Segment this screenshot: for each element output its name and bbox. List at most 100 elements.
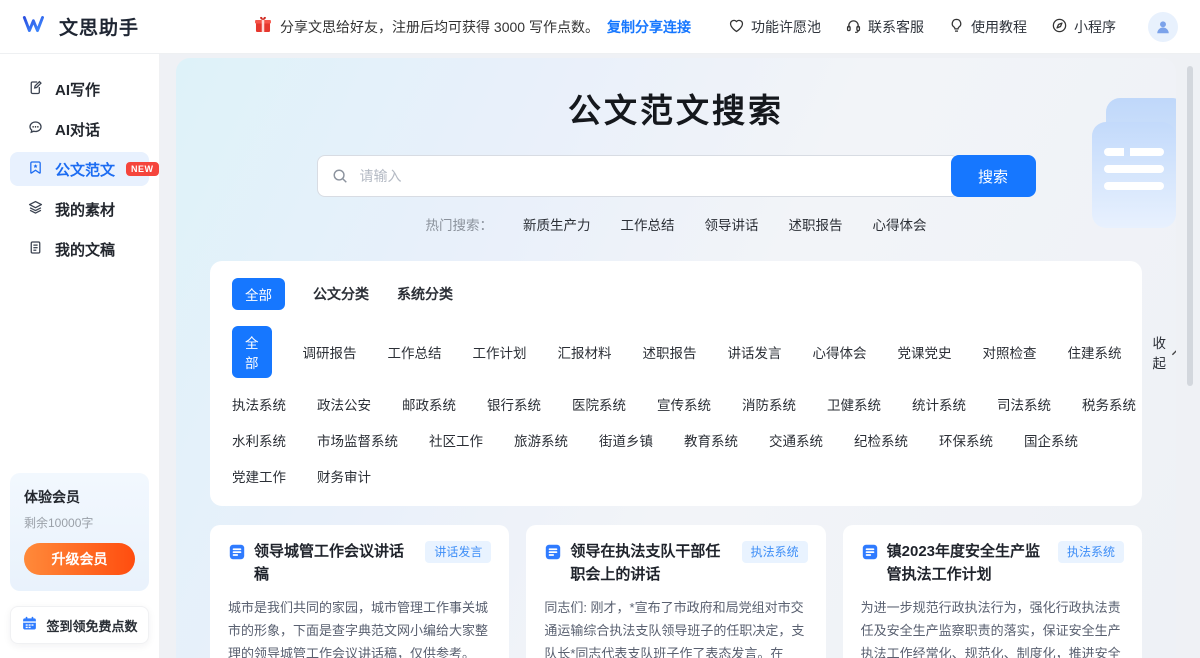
hot-search-item[interactable]: 新质生产力: [523, 214, 591, 234]
filter-type-system[interactable]: 系统分类: [397, 284, 453, 304]
nav-wish-pool[interactable]: 功能许愿池: [728, 17, 821, 37]
chevron-up-icon: [1171, 345, 1176, 360]
filter-tag[interactable]: 党建工作: [232, 466, 286, 486]
sidebar-item-ai-writing[interactable]: AI写作: [10, 72, 149, 106]
promo-text: 分享文思给好友，注册后均可获得 3000 写作点数。: [280, 17, 599, 37]
filter-tag[interactable]: 执法系统: [232, 394, 286, 414]
filter-tag[interactable]: 环保系统: [939, 430, 993, 450]
filter-tag[interactable]: 对照检查: [983, 342, 1037, 362]
filter-tag[interactable]: 街道乡镇: [599, 430, 653, 450]
filter-tag[interactable]: 政法公安: [317, 394, 371, 414]
sidebar: AI写作 AI对话 公文范文 NEW: [0, 54, 160, 658]
filter-tag[interactable]: 讲话发言: [728, 342, 782, 362]
document-icon: [544, 543, 562, 587]
result-card[interactable]: 领导在执法支队干部任职会上的讲话 执法系统 同志们: 刚才，*宣布了市政府和局党…: [526, 525, 825, 658]
filter-tag[interactable]: 工作总结: [388, 342, 442, 362]
upgrade-member-button[interactable]: 升级会员: [24, 543, 135, 575]
headset-icon: [845, 17, 862, 37]
filter-tag[interactable]: 市场监督系统: [317, 430, 398, 450]
filter-tag[interactable]: 教育系统: [684, 430, 738, 450]
filter-tag[interactable]: 党课党史: [898, 342, 952, 362]
filter-tag[interactable]: 纪检系统: [854, 430, 908, 450]
filter-tag[interactable]: 工作计划: [473, 342, 527, 362]
filter-type-document[interactable]: 公文分类: [313, 284, 369, 304]
hot-search-item[interactable]: 心得体会: [873, 214, 927, 234]
filter-tag[interactable]: 汇报材料: [558, 342, 612, 362]
new-badge: NEW: [126, 162, 159, 176]
filter-tag[interactable]: 述职报告: [643, 342, 697, 362]
filter-tag[interactable]: 宣传系统: [657, 394, 711, 414]
sidebar-item-document-samples[interactable]: 公文范文 NEW: [10, 152, 149, 186]
filter-tag[interactable]: 银行系统: [487, 394, 541, 414]
sidebar-item-ai-chat[interactable]: AI对话: [10, 112, 149, 146]
content-panel: 公文范文搜索 搜索 热门搜索： 新质生产力 工作总结 领导讲话 述职报告: [176, 58, 1176, 658]
filter-tag[interactable]: 消防系统: [742, 394, 796, 414]
filter-tag[interactable]: 调研报告: [303, 342, 357, 362]
filter-tag[interactable]: 卫健系统: [827, 394, 881, 414]
gift-icon: [254, 16, 272, 37]
nav-label: 使用教程: [971, 17, 1027, 37]
filter-type-all[interactable]: 全部: [232, 278, 285, 310]
heart-icon: [728, 17, 745, 37]
search-button[interactable]: 搜索: [951, 155, 1036, 197]
filter-tag[interactable]: 交通系统: [769, 430, 823, 450]
top-bar: 文思助手 分享文思给好友，注册后均可获得 3000 写作点数。 复制分享连接 功…: [0, 0, 1200, 54]
filter-tag[interactable]: 旅游系统: [514, 430, 568, 450]
search-hero: 公文范文搜索 搜索 热门搜索： 新质生产力 工作总结 领导讲话 述职报告: [176, 58, 1176, 236]
filter-tag[interactable]: 心得体会: [813, 342, 867, 362]
filter-tag-row: 党建工作 财务审计: [232, 466, 1120, 486]
hot-search-item[interactable]: 述职报告: [789, 214, 843, 234]
hot-search-item[interactable]: 领导讲话: [705, 214, 759, 234]
sidebar-item-label: 我的文稿: [55, 239, 115, 260]
nav-contact-support[interactable]: 联系客服: [845, 17, 924, 37]
filter-tag[interactable]: 邮政系统: [402, 394, 456, 414]
layers-icon: [27, 199, 44, 220]
draft-icon: [27, 239, 44, 260]
result-card[interactable]: 镇2023年度安全生产监管执法工作计划 执法系统 为进一步规范行政执法行为，强化…: [843, 525, 1142, 658]
filter-tag-all[interactable]: 全部: [232, 326, 272, 378]
hot-search-item[interactable]: 工作总结: [621, 214, 675, 234]
collapse-toggle[interactable]: 收起: [1153, 332, 1177, 372]
filter-tag[interactable]: 住建系统: [1068, 342, 1122, 362]
vertical-scrollbar[interactable]: [1187, 66, 1193, 386]
user-avatar[interactable]: [1148, 12, 1178, 42]
filter-tag[interactable]: 财务审计: [317, 466, 371, 486]
filter-tag[interactable]: 社区工作: [429, 430, 483, 450]
search-input[interactable]: [317, 155, 959, 197]
nav-mini-program[interactable]: 小程序: [1051, 17, 1116, 37]
compass-icon: [1051, 17, 1068, 37]
bulb-icon: [948, 17, 965, 37]
card-category-tag: 执法系统: [742, 541, 808, 563]
nav-label: 联系客服: [868, 17, 924, 37]
search-bar: 搜索: [317, 155, 1036, 197]
copy-share-link[interactable]: 复制分享连接: [607, 17, 691, 37]
sidebar-item-label: AI对话: [55, 119, 100, 140]
filter-tag[interactable]: 国企系统: [1024, 430, 1078, 450]
filter-tag[interactable]: 医院系统: [572, 394, 626, 414]
daily-signin-label: 签到领免费点数: [46, 616, 137, 635]
sidebar-item-label: 公文范文: [55, 159, 115, 180]
filter-tag-row: 全部 调研报告 工作总结 工作计划 汇报材料 述职报告 讲话发言 心得体会 党课…: [232, 326, 1120, 378]
filter-tag[interactable]: 税务系统: [1082, 394, 1136, 414]
filter-tag[interactable]: 司法系统: [997, 394, 1051, 414]
sidebar-item-my-materials[interactable]: 我的素材: [10, 192, 149, 226]
remaining-words: 剩余10000字: [24, 514, 135, 531]
daily-signin-button[interactable]: 签到领免费点数: [10, 606, 149, 644]
brand[interactable]: 文思助手: [22, 13, 217, 40]
calendar-icon: [21, 615, 38, 635]
result-card[interactable]: 领导城管工作会议讲话稿 讲话发言 城市是我们共同的家园，城市管理工作事关城市的形…: [210, 525, 509, 658]
nav-tutorial[interactable]: 使用教程: [948, 17, 1027, 37]
document-icon: [228, 543, 246, 587]
card-category-tag: 讲话发言: [425, 541, 491, 563]
filter-tag[interactable]: 统计系统: [912, 394, 966, 414]
card-category-tag: 执法系统: [1058, 541, 1124, 563]
card-title: 镇2023年度安全生产监管执法工作计划: [887, 540, 1050, 587]
filter-tag[interactable]: 水利系统: [232, 430, 286, 450]
card-title: 领导城管工作会议讲话稿: [254, 540, 417, 587]
doc-pen-icon: [27, 79, 44, 100]
sidebar-item-my-drafts[interactable]: 我的文稿: [10, 232, 149, 266]
filter-tag-row: 执法系统 政法公安 邮政系统 银行系统 医院系统 宣传系统 消防系统 卫健系统 …: [232, 394, 1120, 414]
hot-search-label: 热门搜索：: [426, 214, 494, 234]
page-title: 公文范文搜索: [176, 84, 1176, 132]
nav-label: 小程序: [1074, 17, 1116, 37]
